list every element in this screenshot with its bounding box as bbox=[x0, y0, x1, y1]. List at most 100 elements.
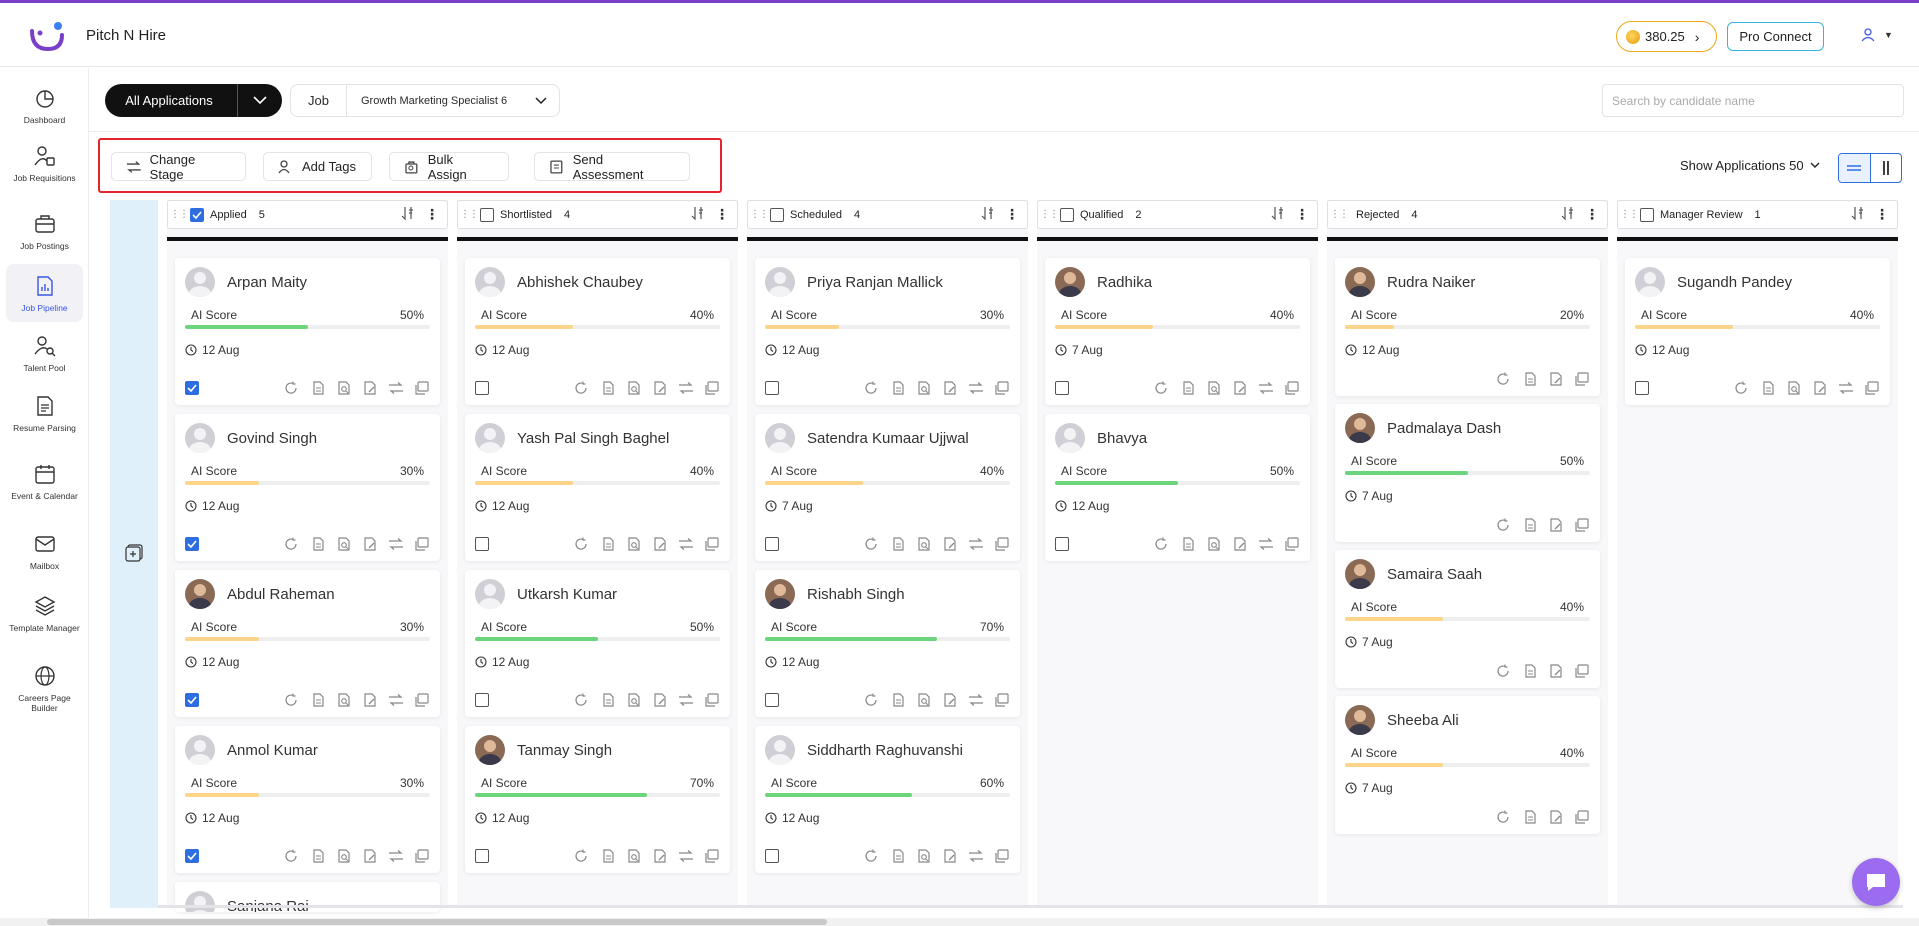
column-select-checkbox[interactable] bbox=[480, 207, 494, 222]
candidate-checkbox[interactable] bbox=[765, 849, 779, 863]
document-icon[interactable] bbox=[890, 693, 906, 712]
add-tags-button[interactable]: Add Tags bbox=[263, 152, 372, 181]
candidate-card[interactable]: Radhika AI Score 40% 7 Aug bbox=[1045, 258, 1310, 405]
candidate-card[interactable]: Sugandh Pandey AI Score 40% 12 Aug bbox=[1625, 258, 1890, 405]
document-icon[interactable] bbox=[600, 693, 616, 712]
sort-icon[interactable] bbox=[1271, 206, 1285, 223]
candidate-card[interactable]: Bhavya AI Score 50% 12 Aug bbox=[1045, 414, 1310, 561]
sidebar-item-template-manager[interactable]: Template Manager bbox=[6, 590, 83, 652]
edit-document-icon[interactable] bbox=[942, 537, 958, 556]
sort-icon[interactable] bbox=[401, 206, 415, 223]
sidebar-item-careers-page-builder[interactable]: Careers Page Builder bbox=[6, 660, 83, 722]
edit-document-icon[interactable] bbox=[1548, 372, 1564, 391]
refresh-icon[interactable] bbox=[1154, 381, 1170, 400]
copy-icon[interactable] bbox=[994, 381, 1010, 400]
scrollbar-thumb[interactable] bbox=[47, 919, 827, 925]
candidate-card[interactable]: Tanmay Singh AI Score 70% 12 Aug bbox=[465, 726, 730, 873]
document-icon[interactable] bbox=[310, 849, 326, 868]
view-toggle[interactable] bbox=[1838, 153, 1902, 183]
board-view-icon[interactable] bbox=[1871, 154, 1902, 182]
candidate-checkbox[interactable] bbox=[765, 381, 779, 395]
copy-icon[interactable] bbox=[704, 849, 720, 868]
candidate-name[interactable]: Samaira Saah bbox=[1387, 566, 1482, 583]
edit-document-icon[interactable] bbox=[362, 381, 378, 400]
candidate-card[interactable]: Abdul Raheman AI Score 30% 12 Aug bbox=[175, 570, 440, 717]
candidate-checkbox[interactable] bbox=[1635, 381, 1649, 395]
candidate-name[interactable]: Sheeba Ali bbox=[1387, 712, 1459, 729]
candidate-name[interactable]: Arpan Maity bbox=[227, 274, 307, 291]
sidebar-item-event-calendar[interactable]: Event & Calendar bbox=[6, 458, 83, 520]
candidate-name[interactable]: Anmol Kumar bbox=[227, 742, 318, 759]
copy-icon[interactable] bbox=[414, 381, 430, 400]
document-icon[interactable] bbox=[600, 849, 616, 868]
refresh-icon[interactable] bbox=[1496, 664, 1512, 683]
more-options-icon[interactable]: ⋮ bbox=[1005, 206, 1019, 223]
swap-icon[interactable] bbox=[1838, 381, 1854, 400]
copy-icon[interactable] bbox=[1864, 381, 1880, 400]
chevron-down-icon[interactable] bbox=[237, 84, 282, 117]
copy-icon[interactable] bbox=[1284, 537, 1300, 556]
candidate-name[interactable]: Rudra Naiker bbox=[1387, 274, 1475, 291]
candidate-card[interactable]: Sheeba Ali AI Score 40% 7 Aug bbox=[1335, 696, 1600, 834]
search-document-icon[interactable] bbox=[916, 849, 932, 868]
candidate-card[interactable]: Rishabh Singh AI Score 70% 12 Aug bbox=[755, 570, 1020, 717]
edit-document-icon[interactable] bbox=[1812, 381, 1828, 400]
search-document-icon[interactable] bbox=[336, 849, 352, 868]
swap-icon[interactable] bbox=[968, 849, 984, 868]
edit-document-icon[interactable] bbox=[652, 537, 668, 556]
list-view-icon[interactable] bbox=[1839, 154, 1871, 182]
refresh-icon[interactable] bbox=[284, 693, 300, 712]
refresh-icon[interactable] bbox=[284, 537, 300, 556]
search-document-icon[interactable] bbox=[336, 537, 352, 556]
document-icon[interactable] bbox=[310, 537, 326, 556]
refresh-icon[interactable] bbox=[864, 849, 880, 868]
search-document-icon[interactable] bbox=[1206, 381, 1222, 400]
copy-icon[interactable] bbox=[414, 849, 430, 868]
edit-document-icon[interactable] bbox=[362, 537, 378, 556]
search-document-icon[interactable] bbox=[626, 381, 642, 400]
candidate-card[interactable]: Satendra Kumaar Ujjwal AI Score 40% 7 Aug bbox=[755, 414, 1020, 561]
candidate-name[interactable]: Abdul Raheman bbox=[227, 586, 335, 603]
search-document-icon[interactable] bbox=[916, 693, 932, 712]
copy-icon[interactable] bbox=[1574, 664, 1590, 683]
edit-document-icon[interactable] bbox=[942, 849, 958, 868]
drag-handle-icon[interactable]: ⋮⋮ bbox=[1038, 209, 1060, 220]
sort-icon[interactable] bbox=[981, 206, 995, 223]
drag-handle-icon[interactable]: ⋮⋮ bbox=[1618, 209, 1640, 220]
document-icon[interactable] bbox=[1522, 664, 1538, 683]
candidate-name[interactable]: Siddharth Raghuvanshi bbox=[807, 742, 963, 759]
refresh-icon[interactable] bbox=[574, 849, 590, 868]
candidate-name[interactable]: Priya Ranjan Mallick bbox=[807, 274, 943, 291]
copy-icon[interactable] bbox=[704, 693, 720, 712]
refresh-icon[interactable] bbox=[284, 849, 300, 868]
swap-icon[interactable] bbox=[388, 381, 404, 400]
show-applications-select[interactable]: Show Applications 50 bbox=[1680, 158, 1820, 173]
copy-icon[interactable] bbox=[994, 849, 1010, 868]
sort-icon[interactable] bbox=[691, 206, 705, 223]
copy-icon[interactable] bbox=[1574, 810, 1590, 829]
edit-document-icon[interactable] bbox=[362, 693, 378, 712]
swap-icon[interactable] bbox=[388, 693, 404, 712]
copy-icon[interactable] bbox=[1574, 518, 1590, 537]
copy-icon[interactable] bbox=[704, 537, 720, 556]
candidate-card[interactable]: Yash Pal Singh Baghel AI Score 40% 12 Aug bbox=[465, 414, 730, 561]
candidate-name[interactable]: Yash Pal Singh Baghel bbox=[517, 430, 669, 447]
edit-document-icon[interactable] bbox=[1548, 810, 1564, 829]
edit-document-icon[interactable] bbox=[362, 849, 378, 868]
column-select-checkbox[interactable] bbox=[190, 207, 204, 222]
edit-document-icon[interactable] bbox=[942, 693, 958, 712]
search-document-icon[interactable] bbox=[916, 381, 932, 400]
candidate-checkbox[interactable] bbox=[475, 381, 489, 395]
refresh-icon[interactable] bbox=[864, 381, 880, 400]
document-icon[interactable] bbox=[1522, 518, 1538, 537]
copy-icon[interactable] bbox=[994, 693, 1010, 712]
swap-icon[interactable] bbox=[678, 693, 694, 712]
more-options-icon[interactable]: ⋮ bbox=[425, 206, 439, 223]
candidate-name[interactable]: Radhika bbox=[1097, 274, 1152, 291]
search-document-icon[interactable] bbox=[1786, 381, 1802, 400]
edit-document-icon[interactable] bbox=[1548, 518, 1564, 537]
swap-icon[interactable] bbox=[388, 849, 404, 868]
candidate-name[interactable]: Sugandh Pandey bbox=[1677, 274, 1792, 291]
refresh-icon[interactable] bbox=[864, 537, 880, 556]
search-document-icon[interactable] bbox=[626, 537, 642, 556]
